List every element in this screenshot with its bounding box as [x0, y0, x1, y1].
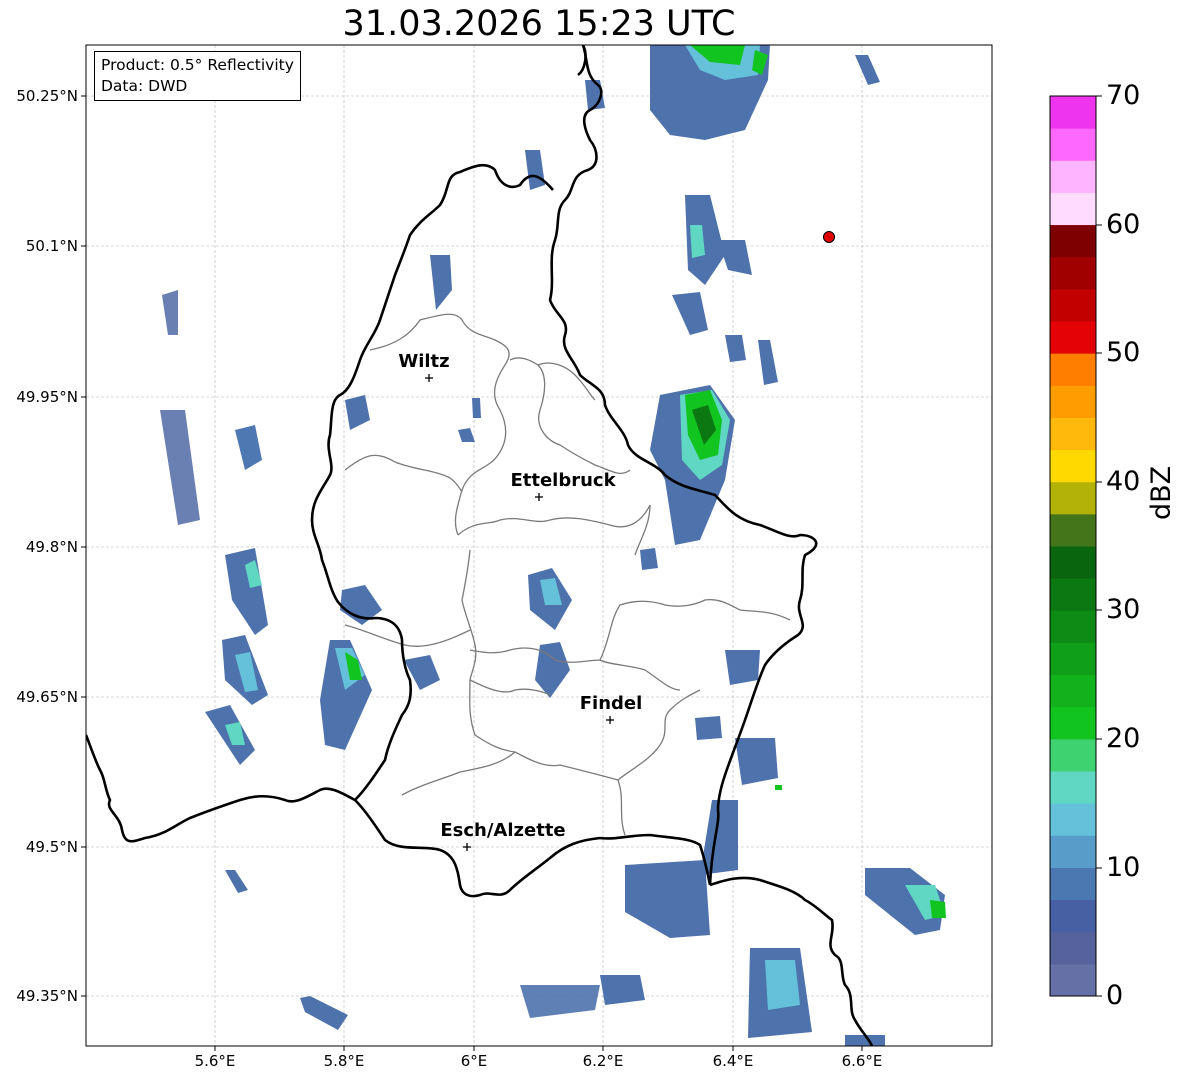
- colorbar-segment: [1050, 931, 1096, 965]
- radar-echoes: [160, 45, 946, 1046]
- colorbar-tick-label: 60: [1106, 209, 1141, 240]
- lat-tick-label: 49.35°N: [16, 987, 78, 1005]
- colorbar-tick-label: 0: [1106, 980, 1124, 1011]
- colorbar-segment: [1050, 546, 1096, 579]
- colorbar-segment: [1050, 417, 1096, 451]
- echo-cell: [225, 548, 268, 635]
- echo-cell: [160, 410, 200, 525]
- echo-cell: [765, 960, 800, 1010]
- echo-cell: [640, 548, 658, 570]
- city-marker-ettelbruck: [535, 493, 543, 501]
- echo-cell: [235, 425, 262, 470]
- lon-tick-label: 6°E: [460, 1052, 488, 1070]
- colorbar: [1050, 96, 1096, 997]
- echo-cell: [520, 985, 600, 1018]
- info-box: Product: 0.5° Reflectivity Data: DWD: [94, 51, 301, 101]
- national-borders: [86, 45, 874, 1046]
- echo-cell: [345, 395, 370, 430]
- canton-boundaries: [344, 313, 791, 836]
- gridlines: [86, 45, 992, 1046]
- colorbar-segment: [1050, 256, 1096, 290]
- echo-cell: [625, 860, 710, 938]
- colorbar-tick-label: 70: [1106, 80, 1141, 111]
- echo-cell: [930, 900, 946, 918]
- colorbar-ticks: [1096, 95, 1102, 997]
- colorbar-segment: [1050, 192, 1096, 226]
- lat-tick-label: 49.65°N: [16, 688, 78, 706]
- colorbar-tick-label: 20: [1106, 723, 1141, 754]
- plot-frame: [85, 44, 993, 1047]
- lat-tick-label: 49.5°N: [25, 838, 78, 856]
- colorbar-segment: [1050, 803, 1096, 836]
- echo-cell: [458, 428, 475, 442]
- colorbar-segment: [1050, 288, 1096, 322]
- echo-cell: [672, 292, 708, 335]
- colorbar-segment: [1050, 835, 1096, 868]
- colorbar-segment: [1050, 963, 1096, 997]
- echo-cell: [525, 150, 545, 190]
- city-label-ettelbruck: Ettelbruck: [510, 470, 616, 491]
- lat-tick-label: 49.95°N: [16, 388, 78, 406]
- echo-cell: [225, 870, 248, 893]
- colorbar-tick-label: 40: [1106, 466, 1141, 497]
- lat-tick-label: 50.1°N: [25, 237, 78, 255]
- colorbar-tick-label: 10: [1106, 852, 1141, 883]
- lon-tick-label: 5.8°E: [323, 1052, 365, 1070]
- echo-cell: [300, 996, 348, 1030]
- echo-cell: [472, 398, 481, 418]
- city-label-esch: Esch/Alzette: [440, 820, 566, 841]
- colorbar-segment: [1050, 771, 1096, 804]
- colorbar-segment: [1050, 449, 1096, 483]
- echo-cell: [775, 785, 782, 790]
- echo-cell: [725, 335, 746, 362]
- echo-cell: [600, 975, 645, 1005]
- data-source-label: Data: DWD: [101, 77, 188, 95]
- colorbar-segment: [1050, 513, 1096, 547]
- colorbar-segment: [1050, 96, 1096, 129]
- echo-cell: [695, 716, 722, 740]
- city-label-wiltz: Wiltz: [398, 351, 450, 372]
- radar-site-marker: [823, 231, 835, 243]
- colorbar-segment: [1050, 867, 1096, 901]
- lat-tick-label: 50.25°N: [16, 87, 78, 105]
- lon-tick-label: 5.6°E: [194, 1052, 236, 1070]
- lon-tick-label: 6.2°E: [582, 1052, 624, 1070]
- echo-cell: [430, 255, 452, 310]
- radar-map: [81, 44, 1102, 1051]
- colorbar-segment: [1050, 738, 1096, 772]
- colorbar-segment: [1050, 899, 1096, 933]
- lon-tick-label: 6.6°E: [841, 1052, 883, 1070]
- city-marker-findel: [606, 716, 614, 724]
- colorbar-label: dBZ: [1146, 465, 1177, 520]
- colorbar-segment: [1050, 160, 1096, 193]
- colorbar-segment: [1050, 642, 1096, 676]
- city-marker-wiltz: [425, 374, 433, 382]
- echo-cell: [758, 340, 778, 385]
- echo-cell: [735, 738, 778, 785]
- echo-cell: [855, 55, 880, 85]
- colorbar-segment: [1050, 224, 1096, 258]
- colorbar-tick-label: 30: [1106, 594, 1141, 625]
- colorbar-segment: [1050, 610, 1096, 643]
- colorbar-segment: [1050, 578, 1096, 611]
- colorbar-segment: [1050, 353, 1096, 386]
- colorbar-segment: [1050, 385, 1096, 418]
- lon-tick-label: 6.4°E: [712, 1052, 754, 1070]
- colorbar-segment: [1050, 481, 1096, 515]
- city-label-findel: Findel: [579, 693, 643, 714]
- echo-cell: [162, 290, 178, 335]
- echo-cell: [725, 650, 760, 685]
- city-marker-esch: [463, 843, 471, 851]
- colorbar-tick-label: 50: [1106, 337, 1141, 368]
- product-label: Product: 0.5° Reflectivity: [101, 56, 294, 74]
- colorbar-segment: [1050, 128, 1096, 161]
- colorbar-segment: [1050, 674, 1096, 708]
- city-markers: [425, 374, 614, 851]
- tick-marks: [81, 95, 863, 1051]
- colorbar-segment: [1050, 706, 1096, 740]
- colorbar-segment: [1050, 321, 1096, 354]
- lat-tick-label: 49.8°N: [25, 538, 78, 556]
